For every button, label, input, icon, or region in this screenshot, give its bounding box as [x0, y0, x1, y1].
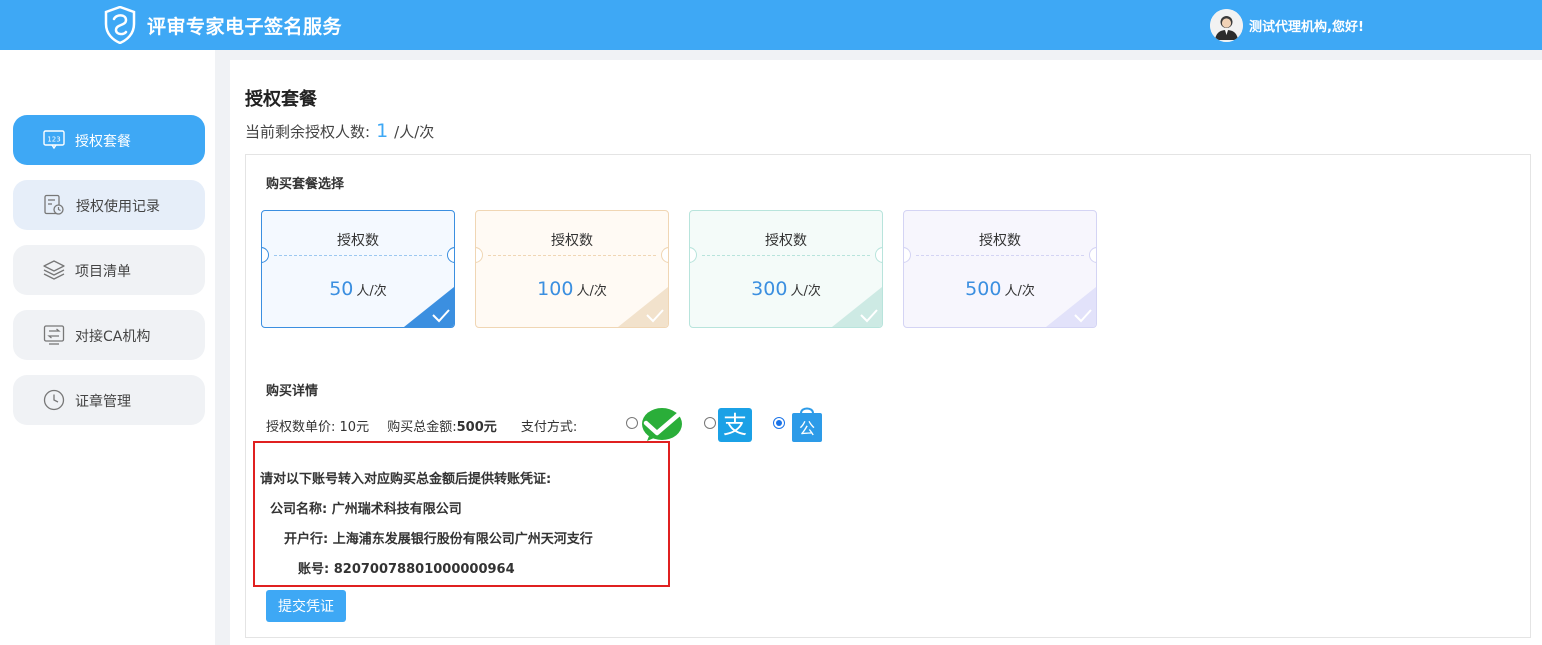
bank-company-label: 公司名称: — [270, 502, 328, 517]
package-label: 授权数 — [551, 233, 593, 249]
purchase-detail-line: 授权数单价: 10元 购买总金额:500元 支付方式: — [266, 416, 577, 435]
exchange-icon — [43, 325, 65, 345]
sidebar-item-label: 授权套餐 — [75, 134, 131, 150]
package-value-number: 300 — [751, 278, 788, 300]
clock-icon — [43, 389, 65, 411]
total-value: 500元 — [456, 420, 497, 435]
package-label: 授权数 — [979, 233, 1021, 249]
total-label: 购买总金额: — [387, 420, 457, 435]
package-card-500[interactable]: 授权数 500 人/次 — [903, 210, 1097, 328]
remaining-value: 1 — [376, 120, 389, 142]
pay-method-label: 支付方式: — [520, 420, 578, 435]
corporate-transfer-glyph: 公 — [798, 419, 815, 438]
check-icon — [1046, 287, 1096, 327]
sidebar-item-label: 证章管理 — [75, 394, 131, 410]
avatar-person-icon — [1210, 9, 1243, 42]
svg-text:123: 123 — [47, 136, 60, 144]
package-label: 授权数 — [337, 233, 379, 249]
user-greeting: 测试代理机构,您好! — [1249, 20, 1364, 35]
package-value-unit: 人/次 — [356, 284, 387, 299]
bank-company-row: 公司名称: 广州瑞术科技有限公司 — [270, 498, 462, 517]
bank-account-row: 账号: 82070078801000000964 — [298, 558, 515, 577]
package-notch — [875, 247, 882, 263]
user-avatar[interactable] — [1210, 9, 1243, 42]
alipay-icon[interactable]: 支 — [718, 408, 752, 442]
sidebar-item-auth-package[interactable]: 123 授权套餐 — [13, 115, 205, 165]
corporate-transfer-icon[interactable]: 公 — [790, 405, 824, 443]
check-icon — [618, 287, 668, 327]
page-title: 授权套餐 — [245, 89, 317, 110]
sidebar-item-usage-record[interactable]: 授权使用记录 — [13, 180, 205, 230]
package-divider — [916, 255, 1084, 256]
remaining-unit: /人/次 — [394, 123, 435, 141]
package-card-50[interactable]: 授权数 50 人/次 — [261, 210, 455, 328]
submit-voucher-button[interactable]: 提交凭证 — [266, 590, 346, 622]
bank-branch-value: 上海浦东发展银行股份有限公司广州天河支行 — [332, 532, 593, 547]
shield-logo-icon — [104, 6, 136, 44]
package-value-number: 50 — [329, 278, 354, 300]
pay-radio-alipay[interactable] — [704, 417, 716, 429]
package-card-100[interactable]: 授权数 100 人/次 — [475, 210, 669, 328]
sidebar-item-label: 对接CA机构 — [75, 329, 151, 345]
package-notch — [447, 247, 454, 263]
bank-info-box: 请对以下账号转入对应购买总金额后提供转账凭证: 公司名称: 广州瑞术科技有限公司… — [253, 441, 670, 587]
sidebar-item-label: 项目清单 — [75, 264, 131, 280]
sidebar-item-seal-management[interactable]: 证章管理 — [13, 375, 205, 425]
record-icon — [44, 194, 64, 215]
package-value-unit: 人/次 — [1004, 284, 1035, 299]
bank-account-value: 82070078801000000964 — [333, 562, 515, 577]
package-notch — [661, 247, 668, 263]
layers-icon — [43, 260, 65, 280]
bank-account-label: 账号: — [298, 562, 330, 577]
check-icon — [404, 287, 454, 327]
remaining-label: 当前剩余授权人数: — [245, 123, 371, 141]
top-header: 评审专家电子签名服务 测试代理机构,您好! — [0, 0, 1542, 50]
package-card-300[interactable]: 授权数 300 人/次 — [689, 210, 883, 328]
bank-instruction: 请对以下账号转入对应购买总金额后提供转账凭证: — [260, 472, 552, 487]
bank-branch-label: 开户行: — [284, 532, 329, 547]
package-section-title: 购买套餐选择 — [266, 177, 345, 192]
sidebar-item-label: 授权使用记录 — [76, 199, 160, 215]
purchase-panel: 购买套餐选择 授权数 50 人/次 授权数 100 人/次 授权数 300 人/… — [245, 154, 1531, 638]
bank-company-value: 广州瑞术科技有限公司 — [331, 502, 462, 517]
package-label: 授权数 — [765, 233, 807, 249]
main-content: 授权套餐 当前剩余授权人数: 1/人/次 购买套餐选择 授权数 50 人/次 授权数… — [230, 60, 1542, 645]
unit-price-value: 10元 — [339, 420, 370, 435]
remaining-auth-count: 当前剩余授权人数: 1/人/次 — [245, 120, 434, 142]
sidebar: 123 授权套餐 授权使用记录 项目清单 对接CA机构 证章管理 — [0, 50, 215, 645]
sidebar-item-project-list[interactable]: 项目清单 — [13, 245, 205, 295]
package-value-unit: 人/次 — [576, 284, 607, 299]
package-value-unit: 人/次 — [790, 284, 821, 299]
package-notch — [1089, 247, 1096, 263]
unit-price-label: 授权数单价: — [266, 420, 336, 435]
check-icon — [832, 287, 882, 327]
detail-section-title: 购买详情 — [266, 384, 319, 399]
badge-123-icon: 123 — [43, 130, 65, 150]
package-divider — [702, 255, 870, 256]
package-value-number: 100 — [537, 278, 574, 300]
package-value-number: 500 — [965, 278, 1002, 300]
package-divider — [488, 255, 656, 256]
pay-radio-wechat[interactable] — [626, 417, 638, 429]
bank-branch-row: 开户行: 上海浦东发展银行股份有限公司广州天河支行 — [284, 528, 593, 547]
wechat-pay-icon[interactable] — [641, 406, 683, 442]
package-divider — [274, 255, 442, 256]
app-title: 评审专家电子签名服务 — [147, 16, 343, 38]
sidebar-item-ca-connect[interactable]: 对接CA机构 — [13, 310, 205, 360]
pay-radio-corporate-transfer[interactable] — [773, 417, 785, 429]
